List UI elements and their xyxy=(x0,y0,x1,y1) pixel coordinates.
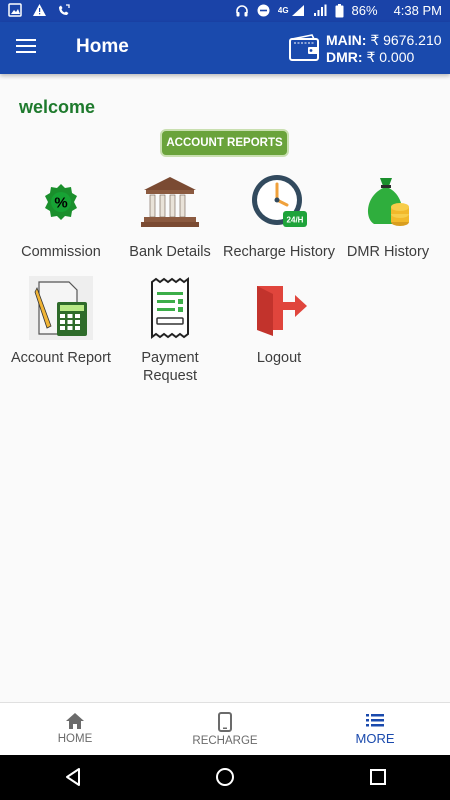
battery-level: 86% xyxy=(351,3,378,18)
signal-icon xyxy=(291,5,304,16)
clock-24h-icon: 24/H xyxy=(252,175,307,227)
recents-icon[interactable] xyxy=(369,767,387,787)
dmr-balance: DMR: ₹ 0.000 xyxy=(326,49,415,65)
headset-icon xyxy=(236,4,248,16)
network-type: 4G xyxy=(277,6,289,15)
back-icon[interactable] xyxy=(64,767,82,787)
main-balance: MAIN: ₹ 9676.210 xyxy=(326,32,442,48)
bottom-navigation: HOME RECHARGE MORE xyxy=(0,702,450,755)
bank-icon xyxy=(141,177,199,227)
nav-more-label: MORE xyxy=(355,731,395,746)
phone-icon xyxy=(218,712,232,732)
signal-bars-icon xyxy=(313,4,327,16)
menu-icon[interactable] xyxy=(16,39,36,55)
dmr-history-label: DMR History xyxy=(346,244,430,260)
wallet-icon[interactable] xyxy=(288,34,320,62)
clock: 4:38 PM xyxy=(393,3,442,18)
home-circle-icon[interactable] xyxy=(215,767,235,787)
commission-tile[interactable]: % Commission xyxy=(5,170,117,261)
bank-details-label: Bank Details xyxy=(129,244,211,260)
page-title: Home xyxy=(76,36,129,57)
commission-icon: % xyxy=(45,184,77,220)
status-bar: 4G 86% 4:38 PM xyxy=(0,0,450,22)
payment-request-label: Payment Request xyxy=(141,350,199,384)
dmr-history-tile[interactable]: DMR History xyxy=(332,170,444,261)
recharge-history-label: Recharge History xyxy=(223,244,336,260)
account-reports-button[interactable]: ACCOUNT REPORTS xyxy=(160,129,289,157)
nav-recharge[interactable]: RECHARGE xyxy=(150,703,300,756)
nav-home[interactable]: HOME xyxy=(0,703,150,756)
list-icon xyxy=(366,714,384,727)
image-notification-icon xyxy=(8,3,22,17)
money-bag-icon xyxy=(367,178,409,226)
battery-icon xyxy=(335,3,344,17)
clock-badge-text: 24/H xyxy=(287,216,304,225)
logout-label: Logout xyxy=(256,350,302,366)
calculator-report-icon xyxy=(29,276,93,340)
recharge-history-tile[interactable]: 24/H Recharge History xyxy=(223,170,335,261)
warning-icon xyxy=(33,4,46,16)
nav-more[interactable]: MORE xyxy=(300,703,450,756)
payment-request-tile[interactable]: Payment Request xyxy=(114,276,226,385)
app-bar: Home MAIN: ₹ 9676.210 DMR: ₹ 0.000 xyxy=(0,22,450,74)
svg-text:%: % xyxy=(54,195,67,212)
home-icon xyxy=(66,713,84,729)
receipt-icon xyxy=(151,277,189,339)
system-navigation-bar xyxy=(0,755,450,800)
bank-details-tile[interactable]: Bank Details xyxy=(114,170,226,261)
logout-icon xyxy=(257,286,307,336)
nav-home-label: HOME xyxy=(57,733,93,745)
logout-tile[interactable]: Logout xyxy=(223,276,335,367)
welcome-text: welcome xyxy=(19,97,96,117)
nav-recharge-label: RECHARGE xyxy=(192,735,258,747)
commission-label: Commission xyxy=(21,244,101,260)
missed-call-icon xyxy=(59,4,70,15)
account-report-label: Account Report xyxy=(11,350,111,366)
account-report-tile[interactable]: Account Report xyxy=(5,276,117,367)
wallet-balances: MAIN: ₹ 9676.210 DMR: ₹ 0.000 xyxy=(326,32,442,66)
do-not-disturb-icon xyxy=(257,4,270,17)
